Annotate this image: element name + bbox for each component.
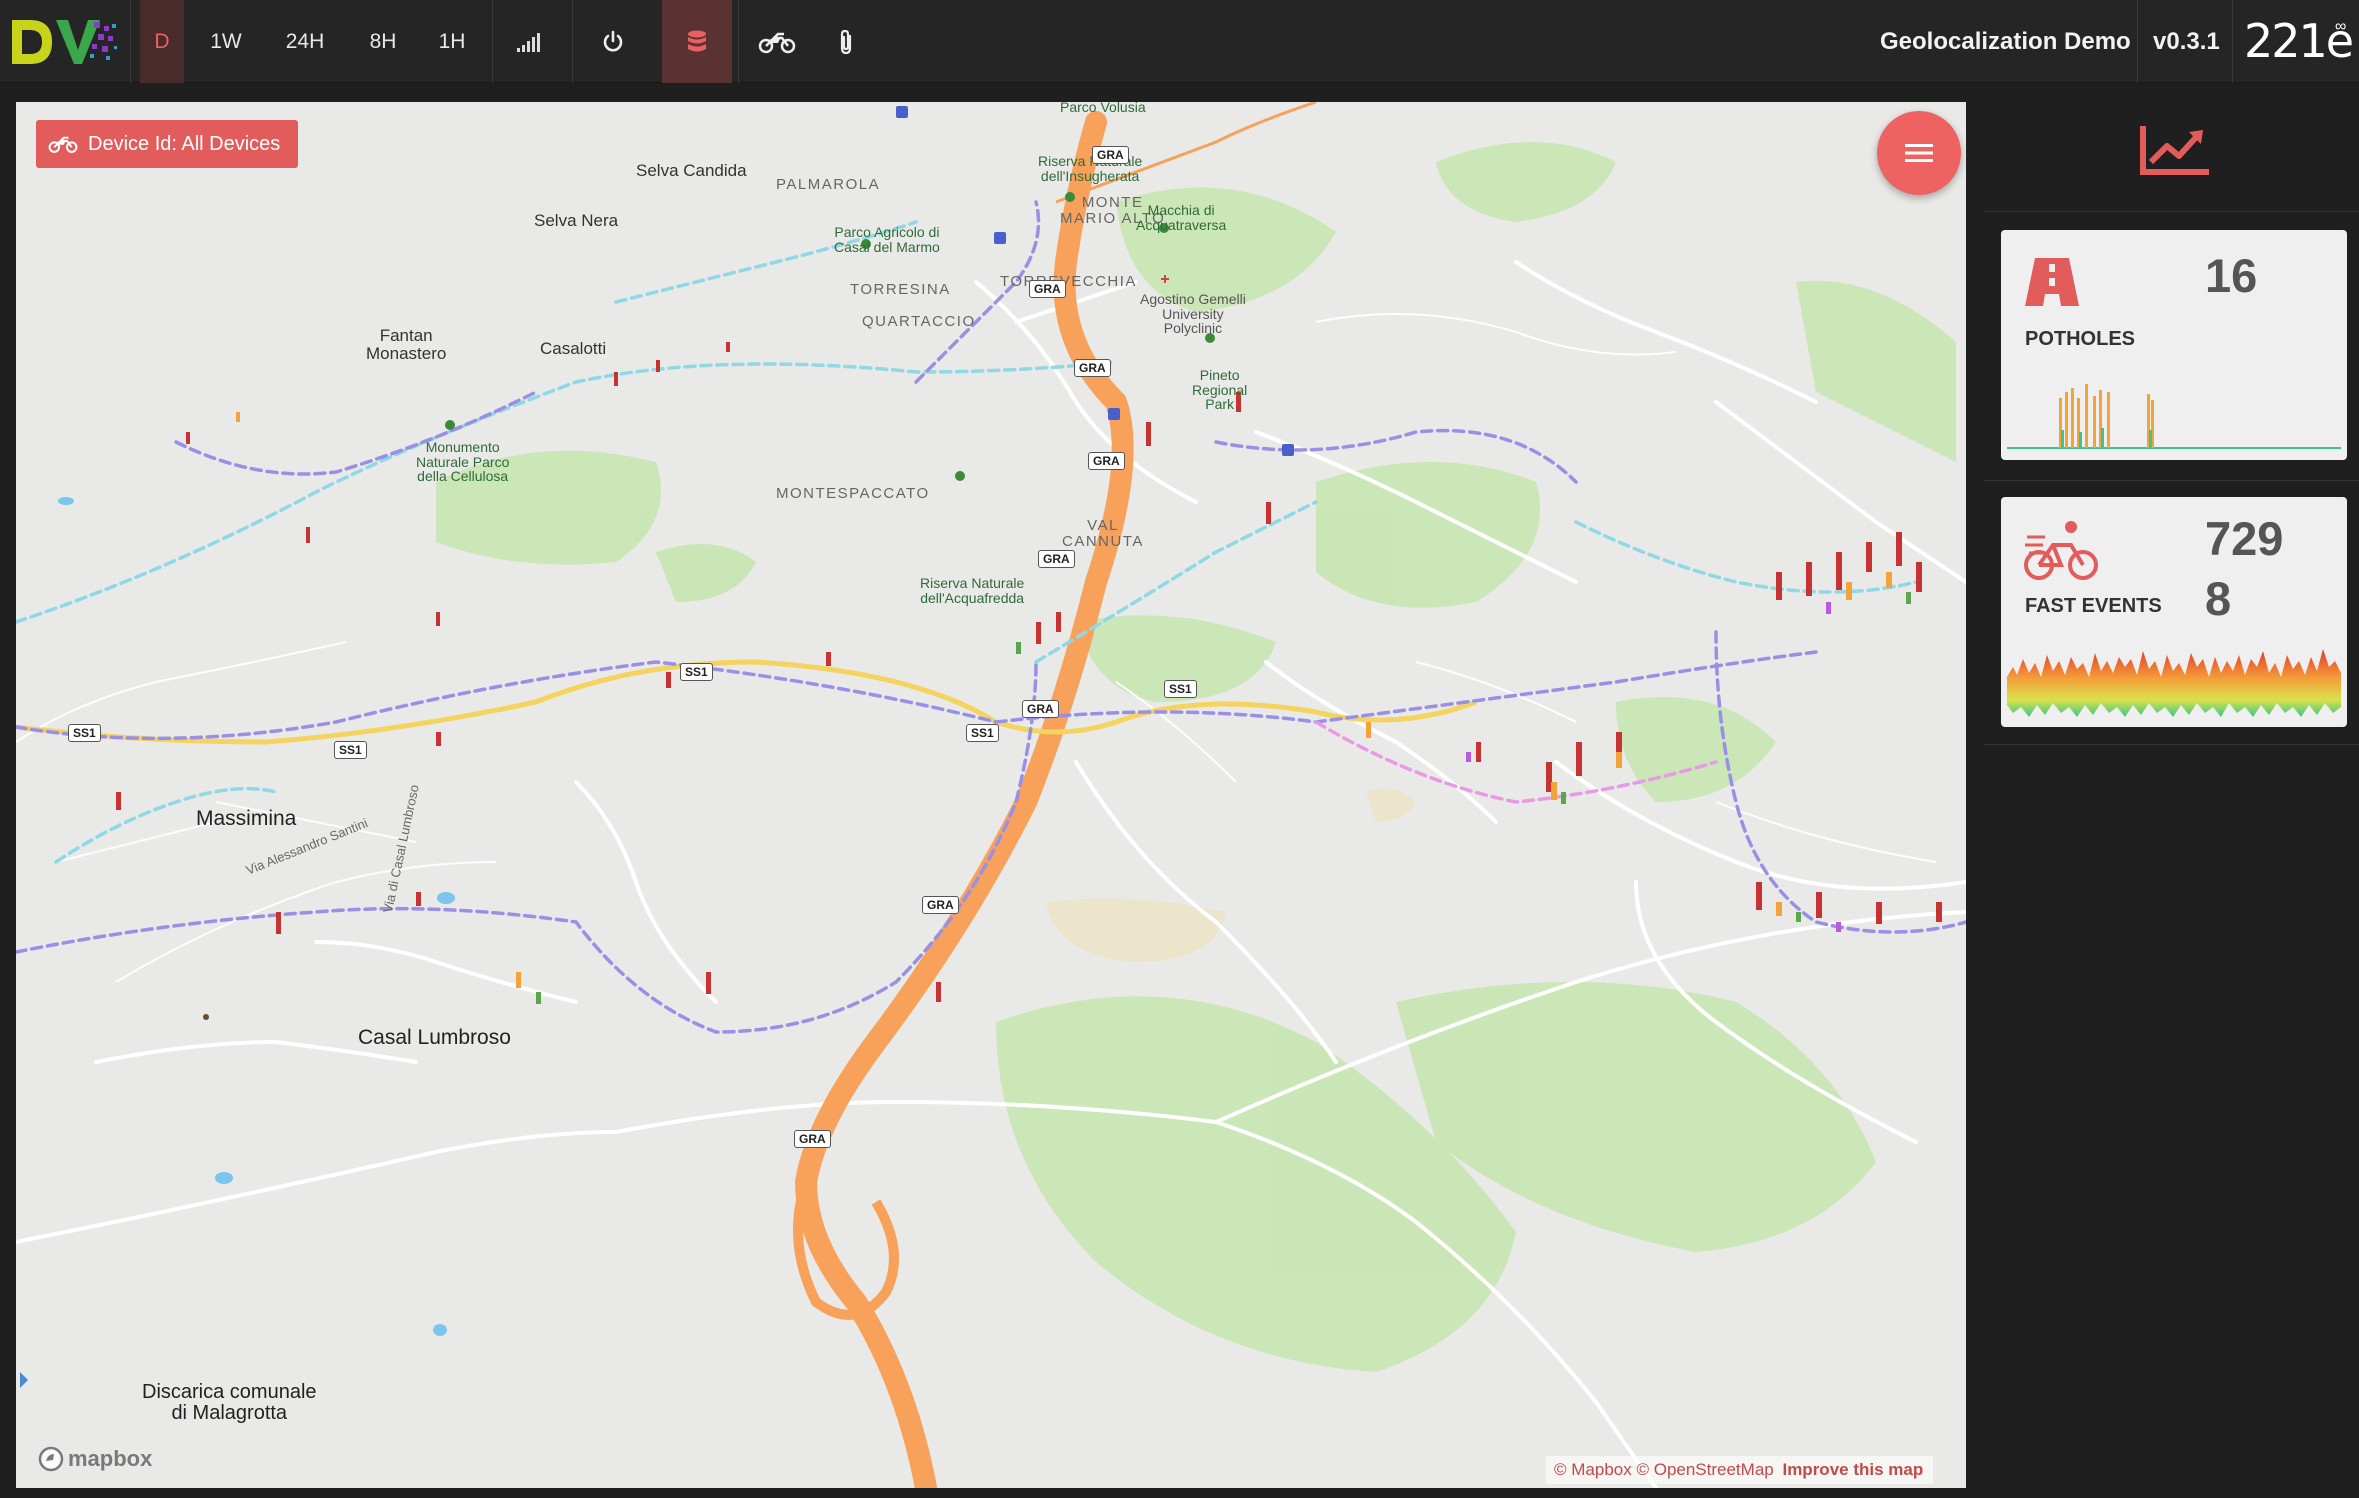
range-button-8h[interactable]: 8H	[354, 0, 412, 83]
mapbox-logo[interactable]: mapbox	[38, 1446, 152, 1472]
place-label: Selva Candida	[636, 161, 747, 180]
place-label: Discarica comunale di Malagrotta	[142, 1381, 317, 1424]
device-filter-label: Device Id: All Devices	[88, 132, 281, 155]
fast-events-label: FAST EVENTS	[2025, 595, 2162, 617]
motorcycle-icon	[758, 32, 796, 53]
road-shield: GRA	[1088, 452, 1125, 470]
road-shield: SS1	[966, 724, 999, 742]
range-button-24h[interactable]: 24H	[270, 0, 340, 83]
range-button-label: 24H	[285, 29, 325, 53]
place-label: Monumento Naturale Parco della Cellulosa	[416, 439, 510, 485]
range-button-1h[interactable]: 1H	[424, 0, 480, 83]
mapbox-label: mapbox	[68, 1446, 153, 1471]
fast-events-sparkline	[2007, 649, 2341, 717]
paperclip-icon	[840, 29, 852, 54]
road-shield: SS1	[680, 663, 713, 681]
power-icon	[603, 30, 623, 51]
cyclist-icon	[2024, 521, 2098, 580]
place-label: Macchia di Acquatraversa	[1136, 202, 1227, 233]
sidebar-header	[1984, 84, 2359, 212]
motorcycle-icon	[48, 136, 78, 153]
place-label: Casal Lumbroso	[358, 1026, 511, 1049]
place-label: Parco Volusia	[1060, 102, 1146, 115]
place-label: Parco Agricolo di Casal del Marmo	[834, 224, 940, 255]
fast-events-card[interactable]: 729 8 FAST EVENTS	[2001, 497, 2347, 727]
place-label: Selva Nera	[534, 211, 619, 230]
hamburger-icon	[1905, 144, 1933, 162]
road-shield: GRA	[1038, 550, 1075, 568]
database-button[interactable]	[662, 0, 732, 83]
top-toolbar: D 1W 24H 8H 1H Geolocalization Demo v0.3…	[0, 0, 2359, 83]
motorcycle-button[interactable]	[746, 0, 808, 83]
place-label: Riserva Naturale dell'Acquafredda	[920, 575, 1025, 606]
potholes-label: POTHOLES	[2025, 328, 2136, 350]
road-shield: SS1	[334, 741, 367, 759]
road-shield: GRA	[1074, 359, 1111, 377]
fast-events-count: 729	[2205, 512, 2284, 565]
place-label: TORREVECCHIA	[1000, 273, 1137, 290]
mapbox-icon	[38, 1446, 64, 1472]
signal-icon	[517, 32, 540, 52]
road-shield: GRA	[1029, 280, 1066, 298]
stats-sidebar: 16 POTHOLES 729 8 FAST EVENTS	[1984, 84, 2359, 1498]
place-label: Massimina	[196, 807, 297, 830]
attribution-osm-link[interactable]: © OpenStreetMap	[1636, 1460, 1773, 1479]
place-label: Agostino Gemelli University Polyclinic	[1140, 291, 1246, 337]
app-title: Geolocalization Demo	[1880, 28, 2131, 55]
device-filter-badge[interactable]: Device Id: All Devices	[36, 120, 299, 168]
road-shield: GRA	[1092, 146, 1129, 164]
range-button-label: 8H	[369, 29, 397, 53]
range-button-label: D	[154, 29, 170, 53]
road-shield: SS1	[68, 724, 101, 742]
potholes-count: 16	[2205, 249, 2258, 302]
map-edge-arrow-icon	[20, 1372, 28, 1388]
road-shield: GRA	[794, 1130, 831, 1148]
place-label: Casalotti	[540, 339, 607, 358]
database-icon	[688, 30, 706, 51]
range-button-d[interactable]: D	[140, 0, 184, 83]
range-button-label: 1H	[438, 29, 466, 53]
improve-map-link[interactable]: Improve this map	[1782, 1460, 1923, 1479]
trend-chart-icon[interactable]	[2139, 122, 2213, 178]
dvp-logo	[12, 20, 117, 64]
place-label: QUARTACCIO	[862, 313, 976, 330]
attachment-button[interactable]	[818, 0, 874, 83]
potholes-sparkline	[2007, 384, 2341, 449]
signal-button[interactable]	[502, 0, 556, 83]
road-pothole-icon	[2025, 258, 2079, 306]
map-attribution: © Mapbox © OpenStreetMap Improve this ma…	[1546, 1456, 1934, 1484]
place-label: Fantan Monastero	[366, 326, 447, 363]
place-label: VAL CANNUTA	[1062, 517, 1144, 550]
road-shield: GRA	[1022, 700, 1059, 718]
place-label: TORRESINA	[850, 281, 951, 298]
place-label: Pineto Regional Park	[1192, 367, 1248, 413]
map-menu-button[interactable]	[1877, 111, 1961, 195]
road-shield: SS1	[1164, 680, 1197, 698]
range-button-label: 1W	[210, 29, 242, 53]
range-button-1w[interactable]: 1W	[196, 0, 256, 83]
power-button[interactable]	[582, 0, 644, 83]
fast-events-secondary-count: 8	[2205, 572, 2232, 625]
place-label: PALMAROLA	[776, 176, 881, 193]
brand-infinity-mark: ∞	[2335, 18, 2347, 35]
road-shield: GRA	[922, 896, 959, 914]
map-canvas[interactable]	[16, 102, 1966, 1488]
map-view[interactable]: Monte dell'Ara-Valle Santa Selva Nera Se…	[16, 102, 1966, 1488]
attribution-mapbox-link[interactable]: © Mapbox	[1554, 1460, 1632, 1479]
place-label: MONTESPACCATO	[776, 485, 930, 502]
potholes-card[interactable]: 16 POTHOLES	[2001, 230, 2347, 460]
version-label: v0.3.1	[2153, 28, 2220, 55]
